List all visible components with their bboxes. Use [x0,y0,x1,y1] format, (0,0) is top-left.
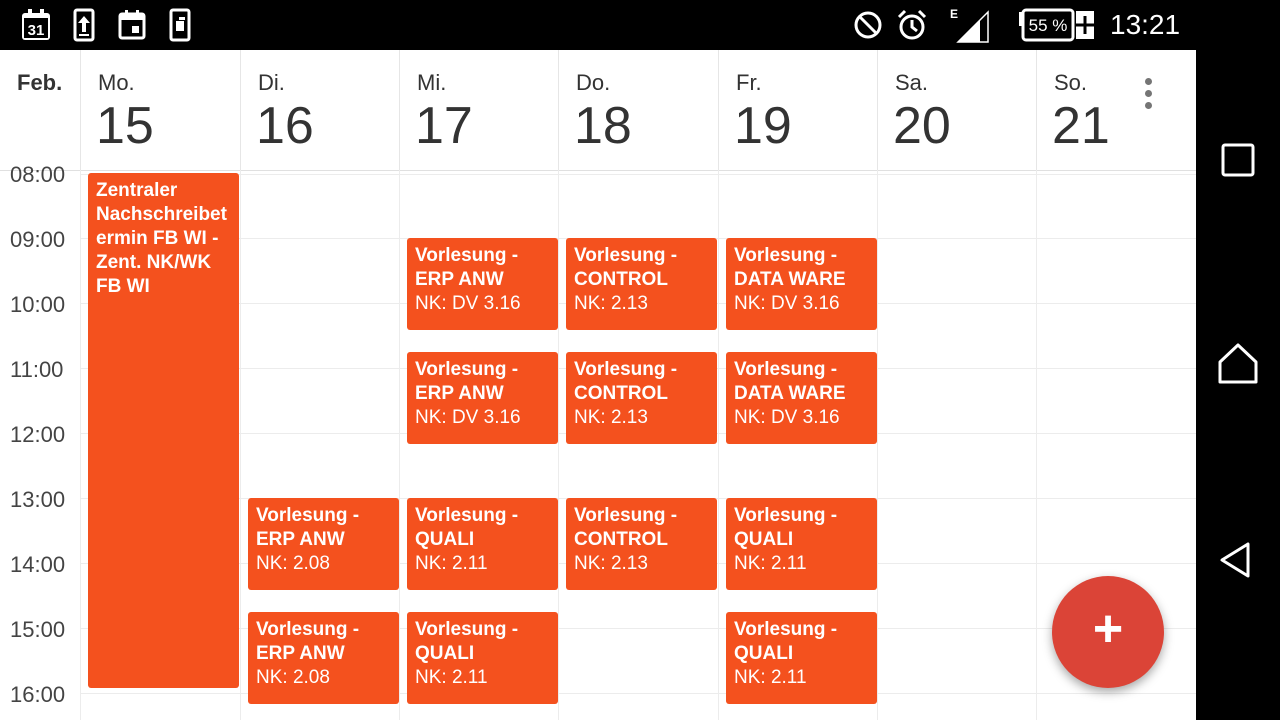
network-type: E [950,8,958,21]
weekday-label: Fr. [736,70,762,95]
navigation-bar [1196,50,1280,720]
day-header-tue[interactable]: Di. 16 [240,50,400,170]
time-label: 11:00 [10,357,64,382]
day-header-fri[interactable]: Fr. 19 [718,50,878,170]
date-number: 15 [96,97,154,155]
signal-icon: E [946,7,990,44]
event-card[interactable]: Vorlesung - ERP ANW NK: DV 3.16 [407,238,558,331]
event-card[interactable]: Vorlesung - ERP ANW NK: 2.08 [248,498,399,591]
time-label: 14:00 [10,552,66,577]
time-label: 09:00 [10,227,66,252]
date-number: 18 [574,97,632,155]
event-card[interactable]: Vorlesung - CONTROL NK: 2.13 [566,351,717,444]
event-location: NK: DV 3.16 [415,293,521,314]
battery-charging-icon: 55 % [1018,8,1096,42]
date-number: 21 [1052,97,1110,155]
add-icon: + [1092,600,1124,658]
event-title: Vorlesung - ERP ANW [415,358,519,404]
event-card[interactable]: Vorlesung - QUALI NK: 2.11 [407,498,558,591]
weekday-label: Mo. [98,70,135,95]
event-title: Vorlesung - DATA WARE [734,358,846,404]
event-card[interactable]: Vorlesung - ERP ANW NK: 2.08 [248,611,399,704]
event-card[interactable]: Vorlesung - DATA WARE NK: DV 3.16 [726,351,877,444]
overflow-menu-icon[interactable] [1136,78,1160,118]
event-location: NK: 2.08 [256,666,330,688]
date-number: 20 [893,97,951,155]
event-card[interactable]: Vorlesung - QUALI NK: 2.11 [726,611,877,704]
event-card[interactable]: Vorlesung - CONTROL NK: 2.13 [566,498,717,591]
event-card[interactable]: Vorlesung - QUALI NK: 2.11 [407,611,558,704]
event-title: Vorlesung - QUALI [734,618,838,664]
event-location: NK: 2.11 [734,666,807,688]
upload-icon [72,8,96,42]
event-location: NK: DV 3.16 [734,406,840,428]
event-title: Zentraler Nachschreibet ermin FB WI - Ze… [96,180,227,297]
event-card[interactable]: Vorlesung - QUALI NK: 2.11 [726,498,877,591]
date-number: 16 [256,97,314,155]
event-title: Vorlesung - ERP ANW [256,618,360,664]
event-location: NK: 2.13 [574,293,648,314]
time-label: 10:00 [10,292,66,317]
event-location: NK: 2.11 [415,553,488,574]
weekday-label: So. [1054,70,1088,95]
day-header-sat[interactable]: Sa. 20 [877,50,1037,170]
event-title: Vorlesung - CONTROL [574,245,678,290]
calendar-date-icon: 31 [20,8,52,42]
event-title: Vorlesung - QUALI [415,618,519,664]
date-number: 17 [415,97,473,155]
time-label: 12:00 [10,422,66,447]
day-header-thu[interactable]: Do. 18 [558,50,718,170]
weekday-label: Do. [576,70,611,95]
event-card[interactable]: Zentraler Nachschreibet ermin FB WI - Ze… [88,173,239,688]
event-title: Vorlesung - CONTROL [574,505,678,550]
event-card[interactable]: Vorlesung - DATA WARE NK: DV 3.16 [726,238,877,331]
weekday-label: Sa. [895,70,929,95]
recent-apps-icon[interactable] [1214,136,1262,184]
calendar-event-icon [118,8,146,42]
calendar-icon-date: 31 [28,22,45,39]
alarm-icon [896,8,928,42]
month-label: Feb. [17,70,63,95]
event-location: NK: DV 3.16 [734,293,840,314]
event-title: Vorlesung - CONTROL [574,358,678,404]
event-title: Vorlesung - QUALI [415,505,519,550]
event-title: Vorlesung - ERP ANW [415,245,519,290]
week-header: Feb. Mo. 15 Di. 16 Mi. 17 Do. 18 Fr. 19 … [0,50,1196,171]
event-card[interactable]: Vorlesung - ERP ANW NK: DV 3.16 [407,351,558,444]
event-location: NK: 2.13 [574,553,648,574]
battery-percent: 55 % [1029,16,1068,35]
day-header-wed[interactable]: Mi. 17 [399,50,559,170]
phone-sync-icon [168,8,192,42]
clock: 13:21 [1110,9,1181,40]
event-title: Vorlesung - QUALI [734,505,838,550]
day-header-sun[interactable]: So. 21 [1036,50,1196,170]
weekday-label: Mi. [417,70,447,95]
time-label: 13:00 [10,487,66,512]
time-grid[interactable]: 08:00 09:00 10:00 11:00 12:00 13:00 14:0… [0,162,1196,720]
status-bar: 31 E 55 % 13:21 [0,0,1280,50]
event-location: NK: 2.11 [734,553,807,574]
event-location: NK: 2.13 [574,406,648,428]
event-title: Vorlesung - ERP ANW [256,505,360,550]
time-label: 15:00 [10,617,66,642]
event-location: NK: 2.08 [256,553,330,574]
time-label: 16:00 [10,682,66,707]
event-title: Vorlesung - DATA WARE [734,245,846,290]
back-icon[interactable] [1214,536,1262,584]
event-location: NK: DV 3.16 [415,406,521,428]
event-location: NK: 2.11 [415,666,488,688]
event-card[interactable]: Vorlesung - CONTROL NK: 2.13 [566,238,717,331]
time-label: 08:00 [10,162,66,187]
do-not-disturb-icon [852,8,884,42]
week-calendar: Feb. Mo. 15 Di. 16 Mi. 17 Do. 18 Fr. 19 … [0,50,1196,720]
weekday-label: Di. [258,70,285,95]
day-header-mon[interactable]: Mo. 15 [80,50,240,170]
home-icon[interactable] [1214,340,1262,388]
date-number: 19 [734,97,792,155]
add-event-button[interactable]: + [1052,576,1164,688]
